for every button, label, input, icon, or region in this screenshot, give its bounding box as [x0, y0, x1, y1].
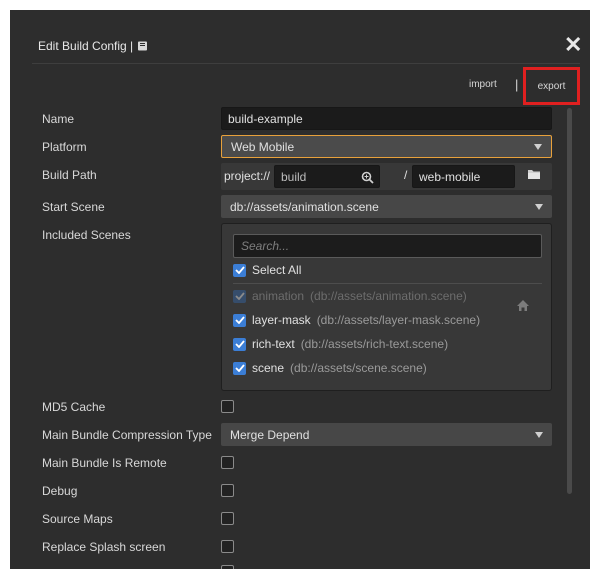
replace-splash-checkbox[interactable]	[221, 540, 234, 553]
name-value: build-example	[228, 111, 303, 126]
checkmark-icon	[234, 316, 245, 324]
scene-name: animation	[252, 289, 305, 303]
scene-item[interactable]: scene (db://assets/scene.scene)	[233, 361, 427, 375]
select-all-checkbox[interactable]	[233, 263, 246, 277]
platform-label: Platform	[42, 140, 87, 154]
close-icon[interactable]: ✕	[564, 34, 582, 56]
search-icon[interactable]	[361, 171, 374, 184]
chevron-down-icon	[534, 143, 542, 150]
scene-name: scene	[252, 361, 285, 375]
bundle-remote-checkbox[interactable]	[221, 456, 234, 469]
source-maps-checkbox[interactable]	[221, 512, 234, 525]
edit-build-config-dialog: Edit Build Config | ✕ import | export Na…	[10, 10, 590, 569]
build-path-value: build	[281, 169, 307, 184]
checkmark-icon	[234, 292, 245, 300]
chevron-down-icon	[535, 203, 543, 210]
scrollbar[interactable]	[567, 108, 572, 494]
name-input[interactable]: build-example	[221, 107, 552, 130]
name-label: Name	[42, 112, 75, 126]
export-button[interactable]: export	[523, 67, 580, 105]
scene-path: (db://assets/scene.scene)	[290, 361, 427, 375]
select-all-label: Select All	[252, 263, 302, 277]
scene-path: (db://assets/rich-text.scene)	[300, 337, 449, 351]
home-icon	[517, 300, 529, 311]
scene-checkbox	[233, 289, 246, 303]
scene-path: (db://assets/animation.scene)	[310, 289, 467, 303]
select-all-divider	[233, 283, 542, 284]
source-maps-label: Source Maps	[42, 512, 113, 526]
scene-name: layer-mask	[252, 313, 311, 327]
export-label: export	[537, 80, 566, 92]
scene-item[interactable]: layer-mask (db://assets/layer-mask.scene…	[233, 313, 480, 327]
dialog-title-text: Edit Build Config |	[38, 39, 134, 53]
scene-checkbox[interactable]	[233, 361, 246, 375]
compression-label: Main Bundle Compression Type	[42, 428, 212, 442]
folder-icon[interactable]	[527, 169, 541, 180]
checkmark-icon	[234, 340, 245, 348]
debug-checkbox[interactable]	[221, 484, 234, 497]
build-path-folder-input[interactable]: web-mobile	[412, 165, 515, 188]
build-path-prefix: project://	[224, 169, 271, 183]
debug-label: Debug	[42, 484, 78, 498]
title-divider	[32, 63, 580, 64]
build-path-label: Build Path	[42, 168, 97, 182]
next-option-checkbox[interactable]	[221, 565, 234, 569]
build-path-separator: /	[404, 168, 408, 182]
scene-path: (db://assets/layer-mask.scene)	[316, 313, 481, 327]
scene-name: rich-text	[252, 337, 295, 351]
platform-value: Web Mobile	[231, 139, 295, 154]
dialog-title: Edit Build Config |	[38, 39, 148, 53]
replace-splash-label: Replace Splash screen	[42, 540, 166, 554]
select-all-row[interactable]: Select All	[233, 263, 301, 277]
start-scene-value: db://assets/animation.scene	[230, 199, 379, 214]
included-scenes-panel: Search... Select All animation (db://ass…	[221, 223, 552, 391]
start-scene-select[interactable]: db://assets/animation.scene	[221, 195, 552, 218]
build-path-input[interactable]: build	[274, 165, 380, 188]
md5-cache-checkbox[interactable]	[221, 400, 234, 413]
md5-cache-label: MD5 Cache	[42, 400, 106, 414]
chevron-down-icon	[535, 431, 543, 438]
build-path-folder-value: web-mobile	[419, 169, 481, 184]
checkmark-icon	[234, 364, 245, 372]
platform-select[interactable]: Web Mobile	[221, 135, 552, 158]
bundle-remote-label: Main Bundle Is Remote	[42, 456, 167, 470]
scene-item[interactable]: rich-text (db://assets/rich-text.scene)	[233, 337, 448, 351]
compression-select[interactable]: Merge Depend	[221, 423, 552, 446]
scene-checkbox[interactable]	[233, 313, 246, 327]
toolbar-separator: |	[515, 77, 519, 92]
book-icon	[138, 41, 148, 51]
scene-checkbox[interactable]	[233, 337, 246, 351]
scene-search-placeholder: Search...	[241, 239, 290, 253]
scene-search-input[interactable]: Search...	[233, 234, 542, 258]
start-scene-label: Start Scene	[42, 200, 105, 214]
import-button[interactable]: import	[469, 79, 497, 90]
included-scenes-label: Included Scenes	[42, 228, 131, 242]
checkmark-icon	[234, 266, 245, 274]
scene-item: animation (db://assets/animation.scene)	[233, 289, 467, 303]
compression-value: Merge Depend	[230, 427, 310, 442]
